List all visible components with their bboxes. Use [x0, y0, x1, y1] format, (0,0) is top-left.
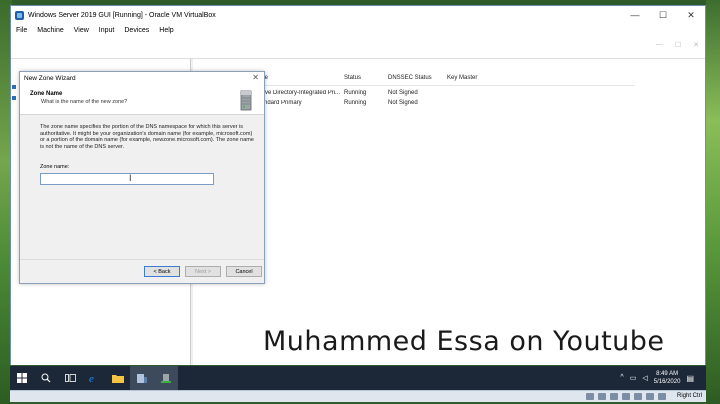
maximize-button[interactable]: ☐	[649, 6, 677, 24]
menu-view[interactable]: View	[74, 27, 89, 34]
zone-list-pane: Type Status DNSSEC Status Key Master Act…	[193, 59, 705, 365]
clock-time: 8:49 AM	[656, 371, 679, 377]
wizard-heading: Zone Name	[30, 91, 63, 97]
windows-logo-icon	[17, 373, 27, 383]
column-header-type[interactable]: Type	[255, 75, 344, 85]
display-icon[interactable]	[658, 393, 666, 400]
cancel-button[interactable]: Cancel	[226, 266, 262, 277]
taskbar-clock[interactable]: 8:49 AM 5/16/2020	[654, 370, 681, 386]
dns-maximize-button[interactable]: ☐	[675, 41, 681, 49]
virtualbox-window: Windows Server 2019 GUI [Running] - Orac…	[10, 5, 706, 365]
server-manager-button[interactable]	[130, 366, 154, 390]
zone-name-input[interactable]	[40, 173, 214, 185]
start-button[interactable]	[10, 366, 34, 390]
volume-icon[interactable]: ◁	[642, 374, 647, 382]
svg-text:e: e	[89, 373, 94, 384]
dns-manager-titlebar: — ☐ ✕	[11, 37, 705, 59]
search-button[interactable]	[34, 366, 58, 390]
window-controls: — ☐ ✕	[621, 6, 705, 24]
usb-icon[interactable]	[634, 393, 642, 400]
text-cursor-icon: I	[129, 173, 132, 183]
tree-node-icon[interactable]	[12, 96, 16, 100]
wizard-close-icon[interactable]: ✕	[252, 73, 259, 82]
menu-machine[interactable]: Machine	[37, 27, 63, 34]
back-button[interactable]: < Back	[144, 266, 180, 277]
server-icon	[240, 90, 252, 111]
watermark-text: Muhammed Essa on Youtube	[263, 326, 665, 357]
cell-status: Running	[344, 90, 367, 96]
notification-icon[interactable]: ▤	[686, 374, 694, 383]
cell-type: Active Directory-Integrated Pri...	[255, 90, 341, 96]
virtualbox-app-icon	[15, 10, 24, 20]
header-divider	[255, 85, 635, 86]
guest-screen: — ☐ ✕ Type Status DNSSEC Status Key Mast…	[11, 37, 705, 365]
shared-folder-icon[interactable]	[646, 393, 654, 400]
wizard-titlebar: New Zone Wizard ✕	[20, 72, 264, 85]
guest-taskbar: e ^ ▭ ◁ 8:49 AM 5/16/2020 ▤	[10, 366, 706, 390]
cell-type: Standard Primary	[255, 100, 302, 106]
column-header-keymaster[interactable]: Key Master	[447, 75, 507, 85]
close-button[interactable]: ✕	[677, 6, 705, 24]
tree-node-icon[interactable]	[12, 85, 16, 89]
dns-icon	[161, 373, 171, 383]
column-header-dnssec[interactable]: DNSSEC Status	[388, 75, 447, 85]
dns-manager-button[interactable]	[154, 366, 178, 390]
column-header-status[interactable]: Status	[344, 75, 388, 85]
folder-icon	[112, 375, 124, 383]
system-tray: ^ ▭ ◁ 8:49 AM 5/16/2020 ▤	[620, 366, 694, 390]
tray-icons: ^ ▭ ◁	[620, 374, 647, 382]
new-zone-wizard-dialog: New Zone Wizard ✕ Zone Name What is the …	[19, 71, 265, 284]
virtualbox-menubar: File Machine View Input Devices Help	[11, 24, 705, 37]
cell-dnssec: Not Signed	[388, 90, 418, 96]
network-icon[interactable]: ▭	[630, 374, 637, 382]
zone-name-description: The zone name specifies the portion of t…	[40, 124, 254, 150]
menu-input[interactable]: Input	[99, 27, 115, 34]
dns-close-button[interactable]: ✕	[693, 41, 699, 49]
cell-keymaster	[447, 100, 507, 106]
tree-node-markers	[12, 85, 16, 107]
file-explorer-button[interactable]	[106, 366, 130, 390]
audio-icon[interactable]	[610, 393, 618, 400]
table-row[interactable]: Standard Primary Running Not Signed	[255, 100, 507, 106]
table-row[interactable]: Active Directory-Integrated Pri... Runni…	[255, 90, 507, 96]
wizard-subheading: What is the name of the new zone?	[41, 99, 128, 105]
task-view-button[interactable]	[58, 366, 82, 390]
host-key-label: Right Ctrl	[676, 393, 702, 399]
dns-minimize-button[interactable]: —	[656, 41, 663, 49]
chevron-up-icon[interactable]: ^	[620, 374, 623, 382]
wizard-body: The zone name specifies the portion of t…	[20, 116, 264, 260]
wizard-footer: < Back Next > Cancel	[20, 259, 264, 283]
menu-devices[interactable]: Devices	[124, 27, 149, 34]
minimize-button[interactable]: —	[621, 6, 649, 24]
menu-file[interactable]: File	[16, 27, 27, 34]
network-adapter-icon[interactable]	[622, 393, 630, 400]
hard-disk-icon[interactable]	[586, 393, 594, 400]
cell-keymaster	[447, 90, 507, 96]
window-title: Windows Server 2019 GUI [Running] - Orac…	[28, 11, 216, 19]
status-device-icons	[586, 393, 666, 400]
task-view-icon	[64, 374, 76, 382]
internet-explorer-button[interactable]: e	[82, 366, 106, 390]
search-icon	[41, 373, 51, 383]
virtualbox-statusbar: Right Ctrl	[10, 390, 706, 402]
cell-dnssec: Not Signed	[388, 100, 418, 106]
server-manager-icon	[137, 373, 147, 383]
desktop-background-right	[706, 0, 720, 404]
clock-date: 5/16/2020	[653, 379, 681, 385]
cell-status: Running	[344, 100, 367, 106]
zone-name-label: Zone name:	[40, 164, 70, 170]
optical-drive-icon[interactable]	[598, 393, 606, 400]
next-button[interactable]: Next >	[185, 266, 221, 277]
wizard-title: New Zone Wizard	[24, 75, 76, 82]
internet-explorer-icon: e	[89, 373, 94, 384]
dns-manager-window-controls: — ☐ ✕	[656, 41, 699, 49]
virtualbox-titlebar: Windows Server 2019 GUI [Running] - Orac…	[11, 6, 705, 24]
wizard-header: Zone Name What is the name of the new zo…	[20, 85, 264, 115]
menu-help[interactable]: Help	[159, 27, 173, 34]
zone-list-header: Type Status DNSSEC Status Key Master	[255, 75, 507, 85]
